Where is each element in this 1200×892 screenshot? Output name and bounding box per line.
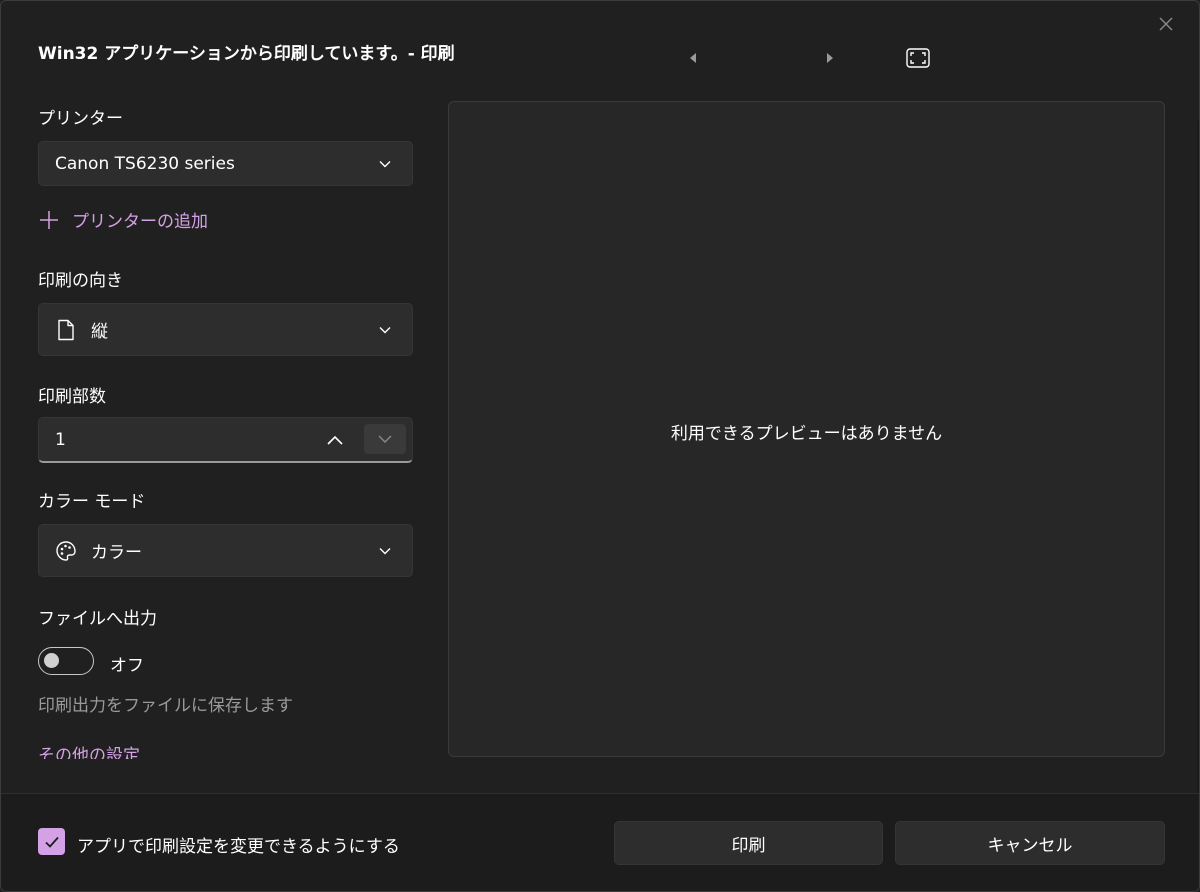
preview-message: 利用できるプレビューはありません	[670, 423, 943, 444]
print-to-file-toggle[interactable]	[38, 647, 94, 675]
checkmark-icon	[44, 836, 59, 848]
increment-button[interactable]	[319, 426, 351, 454]
orientation-select-value: 縦	[91, 322, 108, 342]
previous-page-button[interactable]	[681, 45, 707, 71]
toggle-state-label: オフ	[110, 656, 144, 676]
fit-to-page-icon	[906, 48, 930, 68]
window-edge	[1197, 121, 1199, 821]
add-printer-label: プリンターの追加	[72, 212, 208, 232]
printer-label: プリンター	[38, 109, 123, 129]
color-mode-label: カラー モード	[38, 492, 146, 512]
more-settings-link[interactable]: その他の設定	[38, 741, 140, 759]
toggle-knob	[44, 653, 59, 668]
add-printer-link[interactable]: プリンターの追加	[38, 207, 208, 232]
copies-stepper[interactable]: 1	[38, 417, 413, 463]
copies-label: 印刷部数	[38, 387, 106, 407]
document-icon	[57, 319, 75, 341]
close-icon	[1159, 17, 1173, 31]
chevron-down-icon	[378, 544, 392, 558]
fit-to-page-button[interactable]	[905, 45, 931, 71]
dialog-footer: アプリで印刷設定を変更できるようにする 印刷 キャンセル	[1, 793, 1199, 891]
cancel-button[interactable]: キャンセル	[895, 821, 1165, 865]
print-to-file-label: ファイルへ出力	[38, 609, 157, 629]
decrement-button[interactable]	[364, 424, 406, 454]
chevron-down-icon	[378, 157, 392, 171]
next-page-button[interactable]	[816, 45, 842, 71]
palette-icon	[55, 540, 77, 562]
color-mode-select[interactable]: カラー	[38, 524, 413, 577]
orientation-select[interactable]: 縦	[38, 303, 413, 356]
print-button[interactable]: 印刷	[614, 821, 883, 865]
print-dialog: Win32 アプリケーションから印刷しています。- 印刷 プリンター Canon…	[0, 0, 1200, 892]
printer-select-value: Canon TS6230 series	[55, 153, 235, 174]
caret-right-icon	[827, 53, 833, 63]
allow-app-settings-label: アプリで印刷設定を変更できるようにする	[77, 837, 400, 857]
chevron-down-icon	[378, 435, 392, 443]
color-mode-select-value: カラー	[91, 543, 142, 563]
allow-app-settings-checkbox[interactable]	[38, 828, 65, 855]
chevron-up-icon	[327, 435, 343, 445]
printer-select[interactable]: Canon TS6230 series	[38, 141, 413, 186]
print-to-file-helper: 印刷出力をファイルに保存します	[38, 696, 293, 716]
chevron-down-icon	[378, 323, 392, 337]
caret-left-icon	[690, 53, 696, 63]
copies-value: 1	[55, 430, 66, 450]
preview-pane: 利用できるプレビューはありません	[448, 101, 1165, 757]
plus-icon	[40, 210, 58, 229]
dialog-title: Win32 アプリケーションから印刷しています。- 印刷	[38, 44, 455, 64]
close-button[interactable]	[1149, 7, 1183, 41]
orientation-label: 印刷の向き	[38, 271, 123, 291]
